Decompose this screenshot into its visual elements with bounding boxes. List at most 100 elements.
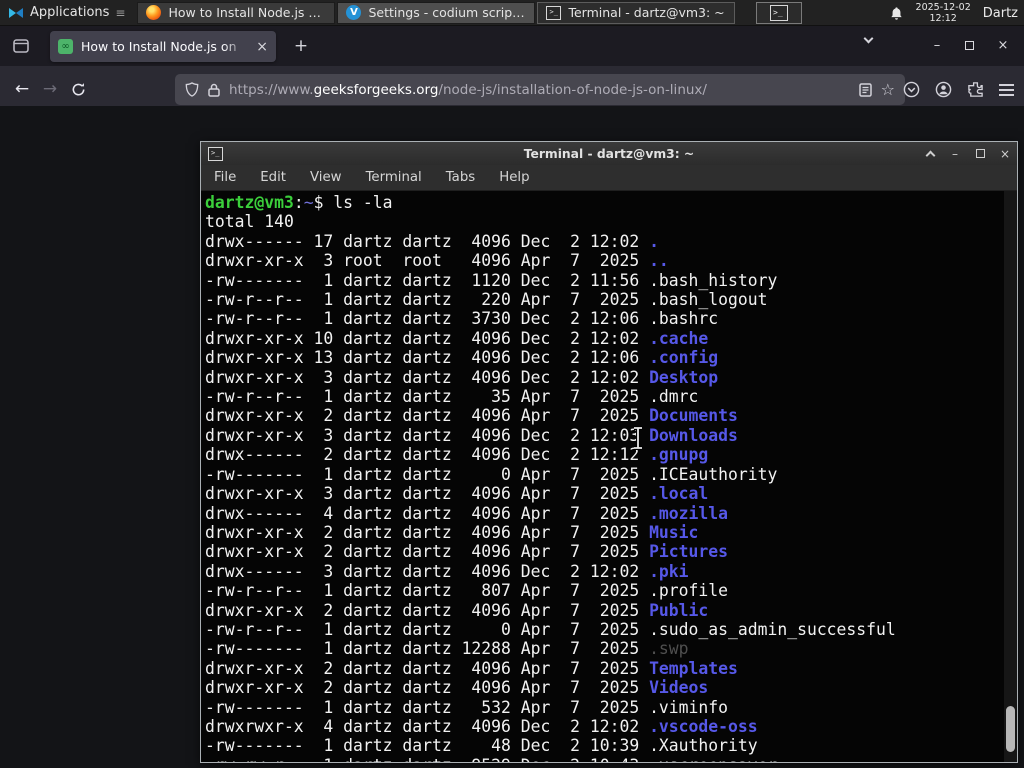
terminal-menubar: File Edit View Terminal Tabs Help — [201, 165, 1017, 191]
tab-close-icon[interactable]: × — [256, 40, 268, 54]
list-all-tabs-chevron-icon[interactable] — [863, 33, 874, 44]
terminal-titlebar-icon: >_ — [208, 146, 223, 161]
ls-output-row: drwxr-xr-x 10 dartz dartz 4096 Dec 2 12:… — [205, 328, 709, 348]
new-tab-button[interactable]: + — [290, 36, 312, 58]
terminal-maximize-button[interactable] — [972, 142, 988, 165]
terminal-menu-item[interactable]: View — [310, 170, 342, 185]
terminal-shade-button[interactable] — [922, 142, 938, 165]
workspace-switcher[interactable]: >_ — [756, 2, 802, 24]
ls-output-row: drwxr-xr-x 2 dartz dartz 4096 Apr 7 2025… — [205, 678, 709, 698]
ls-output-row: -rw------- 1 dartz dartz 532 Apr 7 2025 … — [205, 697, 729, 717]
url-text: https://www.geeksforgeeks.org/node-js/in… — [229, 82, 707, 98]
terminal-titlebar[interactable]: >_ Terminal - dartz@vm3: ~ – × — [201, 142, 1017, 165]
taskbar-button-codium[interactable]: V Settings - codium script... — [337, 1, 536, 24]
terminal-title: Terminal - dartz@vm3: ~ — [523, 146, 695, 161]
text-cursor-pointer — [634, 426, 642, 450]
url-bar[interactable]: https://www.geeksforgeeks.org/node-js/in… — [175, 74, 905, 105]
browser-close-button[interactable]: × — [990, 34, 1016, 58]
browser-minimize-button[interactable]: – — [924, 34, 950, 58]
clock[interactable]: 2025-12-02 12:12 — [916, 2, 971, 24]
back-button[interactable]: ← — [8, 75, 36, 103]
ls-output-row: drwxr-xr-x 3 root root 4096 Apr 7 2025 .… — [205, 251, 669, 271]
top-panel: Applications ≡ How to Install Node.js o.… — [0, 0, 1024, 26]
pocket-icon[interactable] — [903, 81, 920, 98]
taskbar-label: Settings - codium script... — [368, 5, 527, 20]
ls-output-row: drwxr-xr-x 3 dartz dartz 4096 Dec 2 12:0… — [205, 367, 719, 387]
applications-menu-label: Applications — [30, 5, 110, 20]
ls-output-row: -rw-r--r-- 1 dartz dartz 807 Apr 7 2025 … — [205, 581, 729, 601]
terminal-icon: >_ — [546, 5, 562, 20]
ls-output-row: -rw-rw-r-- 1 dartz dartz 9529 Dec 2 10:4… — [205, 756, 1017, 762]
clock-time: 12:12 — [929, 13, 957, 24]
taskbar-button-terminal[interactable]: >_ Terminal - dartz@vm3: ~ — [537, 1, 736, 24]
terminal-menu-item[interactable]: Tabs — [446, 170, 475, 185]
codium-icon: V — [346, 5, 362, 20]
app-menu-hamburger-icon[interactable] — [999, 81, 1014, 99]
terminal-scrollbar-thumb[interactable] — [1006, 706, 1015, 752]
ls-output-row: -rw-r--r-- 1 dartz dartz 220 Apr 7 2025 … — [205, 290, 768, 310]
ls-output-row: drwxr-xr-x 2 dartz dartz 4096 Apr 7 2025… — [205, 658, 738, 678]
taskbar-button-firefox[interactable]: How to Install Node.js o... — [137, 1, 336, 24]
total-line: total 140 — [205, 212, 294, 232]
firefox-view-button[interactable] — [10, 35, 32, 57]
ls-output-row: -rw------- 1 dartz dartz 48 Dec 2 10:39 … — [205, 736, 758, 756]
tab-title: How to Install Node.js on — [81, 39, 237, 54]
maximize-icon — [975, 149, 985, 158]
menu-lines-icon: ≡ — [115, 5, 126, 20]
terminal-close-button[interactable]: × — [997, 142, 1013, 165]
prompt-line: dartz@vm3:~$ ls -la — [205, 193, 393, 212]
prompt-command: $ ls -la — [313, 193, 393, 212]
user-menu[interactable]: Dartz — [983, 6, 1018, 21]
ls-output-row: drwx------ 4 dartz dartz 4096 Apr 7 2025… — [205, 503, 729, 523]
tracking-shield-icon[interactable] — [185, 82, 199, 97]
geeksforgeeks-favicon: ∞ — [58, 39, 73, 54]
toolbar-right-icons — [903, 74, 1014, 105]
ls-output-row: drwxr-xr-x 2 dartz dartz 4096 Apr 7 2025… — [205, 600, 709, 620]
firefox-view-icon — [13, 39, 29, 53]
system-tray: 2025-12-02 12:12 Dartz — [889, 0, 1018, 26]
account-icon[interactable] — [935, 81, 952, 98]
clock-date: 2025-12-02 — [915, 2, 971, 13]
ls-output-row: -rw-r--r-- 1 dartz dartz 0 Apr 7 2025 .s… — [205, 619, 896, 639]
terminal-minimize-button[interactable]: – — [947, 142, 963, 165]
reader-mode-icon[interactable] — [858, 82, 872, 97]
ls-output-row: drwx------ 17 dartz dartz 4096 Dec 2 12:… — [205, 231, 659, 251]
ls-output-row: -rw------- 1 dartz dartz 12288 Apr 7 202… — [205, 639, 689, 659]
ls-output-row: drwxr-xr-x 2 dartz dartz 4096 Apr 7 2025… — [205, 542, 729, 562]
terminal-menu-item[interactable]: Terminal — [366, 170, 422, 185]
browser-tab-active[interactable]: ∞ How to Install Node.js on × — [50, 31, 276, 62]
bookmark-star-icon[interactable]: ☆ — [881, 80, 895, 99]
forward-button[interactable]: → — [36, 75, 64, 103]
terminal-menu-item[interactable]: Help — [499, 170, 529, 185]
url-path: /node-js/installation-of-node-js-on-linu… — [438, 81, 707, 98]
ls-output-row: drwx------ 3 dartz dartz 4096 Dec 2 12:0… — [205, 561, 689, 581]
ls-output-row: drwxr-xr-x 3 dartz dartz 4096 Dec 2 12:0… — [205, 425, 738, 445]
ls-output-row: -rw-r--r-- 1 dartz dartz 35 Apr 7 2025 .… — [205, 387, 699, 407]
reload-icon — [72, 82, 84, 95]
ls-output-row: drwxr-xr-x 2 dartz dartz 4096 Apr 7 2025… — [205, 406, 738, 426]
browser-maximize-button[interactable] — [956, 34, 982, 58]
ls-output-row: drwxr-xr-x 3 dartz dartz 4096 Apr 7 2025… — [205, 484, 709, 504]
prompt-cwd: ~ — [303, 193, 314, 212]
notification-bell-icon[interactable] — [889, 6, 904, 21]
ls-output-row: drwxrwxr-x 4 dartz dartz 4096 Dec 2 12:0… — [205, 716, 758, 736]
maximize-icon — [964, 41, 974, 50]
ls-output-row: -rw-r--r-- 1 dartz dartz 3730 Dec 2 12:0… — [205, 309, 719, 329]
browser-tab-bar: ∞ How to Install Node.js on × + – × — [0, 26, 1024, 66]
applications-menu-button[interactable]: Applications ≡ — [0, 0, 133, 25]
terminal-scrollbar[interactable] — [1004, 191, 1017, 762]
lock-icon[interactable] — [208, 83, 220, 97]
url-scheme: https://www. — [229, 81, 314, 98]
taskbar-label: Terminal - dartz@vm3: ~ — [568, 5, 725, 20]
extensions-puzzle-icon[interactable] — [967, 81, 984, 98]
ls-output-row: drwx------ 2 dartz dartz 4096 Dec 2 12:1… — [205, 445, 709, 465]
ls-output-row: -rw------- 1 dartz dartz 0 Apr 7 2025 .I… — [205, 464, 778, 484]
terminal-menu-item[interactable]: File — [214, 170, 236, 185]
reload-button[interactable] — [64, 75, 92, 103]
terminal-output-rows: drwx------ 17 dartz dartz 4096 Dec 2 12:… — [205, 232, 1017, 762]
terminal-menu-item[interactable]: Edit — [260, 170, 286, 185]
taskbar-label: How to Install Node.js o... — [168, 5, 327, 20]
firefox-icon — [146, 5, 162, 20]
terminal-output[interactable]: dartz@vm3:~$ ls -la total 140 drwx------… — [201, 191, 1017, 762]
ls-output-row: -rw------- 1 dartz dartz 1120 Dec 2 11:5… — [205, 270, 778, 290]
